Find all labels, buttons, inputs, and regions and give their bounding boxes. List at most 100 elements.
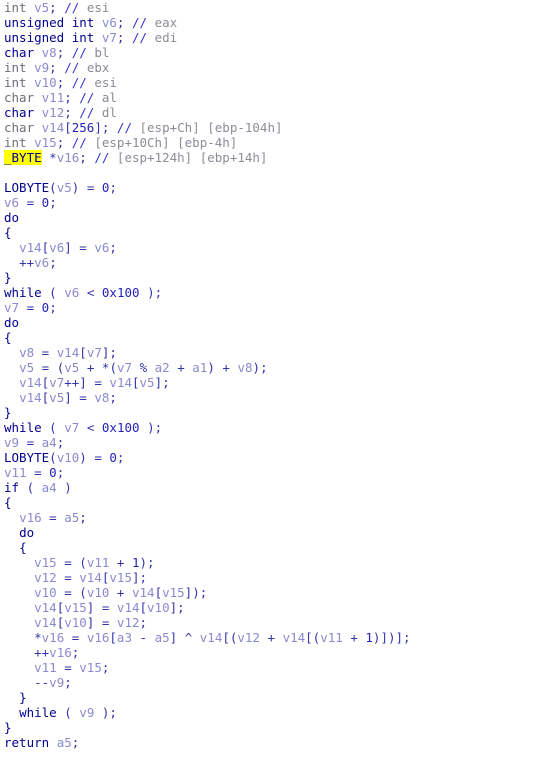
code-line[interactable]: return a5;: [0, 735, 541, 750]
code-line[interactable]: *v16 = v16[a3 - a5] ^ v14[(v12 + v14[(v1…: [0, 630, 541, 645]
variable-token[interactable]: v14: [117, 600, 140, 615]
code-line[interactable]: v12 = v14[v15];: [0, 570, 541, 585]
variable-token[interactable]: v11: [87, 555, 110, 570]
variable-token[interactable]: v6: [102, 15, 117, 30]
code-line[interactable]: v15 = (v11 + 1);: [0, 555, 541, 570]
variable-token[interactable]: v14: [34, 600, 57, 615]
code-line[interactable]: }: [0, 720, 541, 735]
variable-token[interactable]: a4: [42, 480, 57, 495]
pseudocode-view[interactable]: int v5; // esi unsigned int v6; // eax uns…: [0, 0, 541, 758]
variable-token[interactable]: v11: [320, 630, 343, 645]
code-line[interactable]: v14[v5] = v8;: [0, 390, 541, 405]
variable-token[interactable]: v12: [117, 615, 140, 630]
variable-token[interactable]: v8: [42, 45, 57, 60]
code-line[interactable]: v11 = 0;: [0, 465, 541, 480]
code-line[interactable]: do: [0, 315, 541, 330]
variable-token[interactable]: v6: [4, 195, 19, 210]
code-line[interactable]: int v10; // esi: [0, 75, 541, 90]
variable-token[interactable]: v15: [79, 660, 102, 675]
variable-token[interactable]: v12: [34, 570, 57, 585]
variable-token[interactable]: v14: [109, 375, 132, 390]
code-line[interactable]: int v9; // ebx: [0, 60, 541, 75]
variable-token[interactable]: v5: [19, 360, 34, 375]
code-line[interactable]: v8 = v14[v7];: [0, 345, 541, 360]
variable-token[interactable]: v14: [42, 120, 65, 135]
variable-token[interactable]: a2: [155, 360, 170, 375]
code-line[interactable]: {: [0, 495, 541, 510]
variable-token[interactable]: v6: [94, 240, 109, 255]
code-line[interactable]: unsigned int v7; // edi: [0, 30, 541, 45]
variable-token[interactable]: a3: [117, 630, 132, 645]
variable-token[interactable]: v10: [64, 615, 87, 630]
variable-token[interactable]: v14: [79, 570, 102, 585]
highlighted-type-token[interactable]: _BYTE: [4, 150, 42, 165]
variable-token[interactable]: v5: [57, 180, 72, 195]
variable-token[interactable]: v16: [19, 510, 42, 525]
variable-token[interactable]: v10: [57, 450, 80, 465]
variable-token[interactable]: v14: [283, 630, 306, 645]
code-line[interactable]: _BYTE *v16; // [esp+124h] [ebp+14h]: [0, 150, 541, 165]
variable-token[interactable]: v5: [49, 390, 64, 405]
variable-token[interactable]: a5: [57, 735, 72, 750]
variable-token[interactable]: v15: [64, 600, 87, 615]
code-line[interactable]: ++v16;: [0, 645, 541, 660]
variable-token[interactable]: v14: [19, 375, 42, 390]
variable-token[interactable]: v16: [49, 645, 72, 660]
variable-token[interactable]: v7: [4, 300, 19, 315]
code-line[interactable]: do: [0, 525, 541, 540]
code-line[interactable]: v7 = 0;: [0, 300, 541, 315]
code-line[interactable]: unsigned int v6; // eax: [0, 15, 541, 30]
variable-token[interactable]: a4: [42, 435, 57, 450]
code-line[interactable]: {: [0, 225, 541, 240]
code-line[interactable]: char v11; // al: [0, 90, 541, 105]
variable-token[interactable]: v14: [19, 240, 42, 255]
variable-token[interactable]: v16: [42, 630, 65, 645]
variable-token[interactable]: v14: [200, 630, 223, 645]
code-line[interactable]: v14[v15] = v14[v10];: [0, 600, 541, 615]
variable-token[interactable]: v11: [4, 465, 27, 480]
variable-token[interactable]: v6: [49, 240, 64, 255]
code-line[interactable]: }: [0, 270, 541, 285]
variable-token[interactable]: a5: [64, 510, 79, 525]
variable-token[interactable]: v10: [87, 585, 110, 600]
code-body[interactable]: int v5; // esi unsigned int v6; // eax uns…: [0, 0, 541, 750]
variable-token[interactable]: v15: [34, 135, 57, 150]
variable-token[interactable]: v5: [140, 375, 155, 390]
variable-token[interactable]: v10: [34, 585, 57, 600]
variable-token[interactable]: v9: [34, 60, 49, 75]
code-line[interactable]: v9 = a4;: [0, 435, 541, 450]
variable-token[interactable]: v7: [102, 30, 117, 45]
variable-token[interactable]: v14: [132, 585, 155, 600]
code-line[interactable]: v6 = 0;: [0, 195, 541, 210]
code-line[interactable]: v16 = a5;: [0, 510, 541, 525]
variable-token[interactable]: v7: [117, 360, 132, 375]
code-line[interactable]: v14[v7++] = v14[v5];: [0, 375, 541, 390]
variable-token[interactable]: v12: [42, 105, 65, 120]
macro-token[interactable]: LOBYTE: [4, 180, 49, 195]
macro-token[interactable]: LOBYTE: [4, 450, 49, 465]
code-line[interactable]: LOBYTE(v5) = 0;: [0, 180, 541, 195]
code-line[interactable]: while ( v9 );: [0, 705, 541, 720]
variable-token[interactable]: v16: [57, 150, 80, 165]
variable-token[interactable]: v5: [34, 0, 49, 15]
code-line[interactable]: int v5; // esi: [0, 0, 541, 15]
code-line[interactable]: int v15; // [esp+10Ch] [ebp-4h]: [0, 135, 541, 150]
code-line[interactable]: {: [0, 330, 541, 345]
variable-token[interactable]: v9: [4, 435, 19, 450]
variable-token[interactable]: v15: [34, 555, 57, 570]
code-line[interactable]: char v8; // bl: [0, 45, 541, 60]
code-line[interactable]: --v9;: [0, 675, 541, 690]
variable-token[interactable]: v6: [64, 285, 79, 300]
code-line[interactable]: if ( a4 ): [0, 480, 541, 495]
variable-token[interactable]: v15: [109, 570, 132, 585]
variable-token[interactable]: v7: [87, 345, 102, 360]
code-line[interactable]: v14[v10] = v12;: [0, 615, 541, 630]
code-line[interactable]: LOBYTE(v10) = 0;: [0, 450, 541, 465]
code-line[interactable]: ++v6;: [0, 255, 541, 270]
variable-token[interactable]: v16: [87, 630, 110, 645]
variable-token[interactable]: v14: [34, 615, 57, 630]
variable-token[interactable]: v9: [79, 705, 94, 720]
variable-token[interactable]: v10: [34, 75, 57, 90]
code-line[interactable]: }: [0, 405, 541, 420]
code-line[interactable]: [0, 165, 541, 180]
